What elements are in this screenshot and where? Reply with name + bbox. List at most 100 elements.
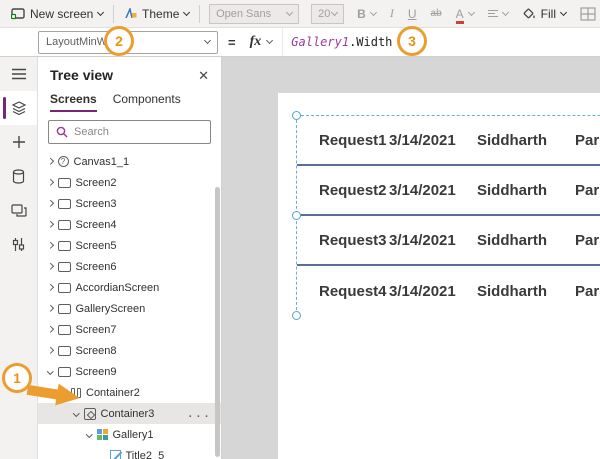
chevron-right-icon[interactable]	[47, 305, 53, 311]
row-extra[interactable]: Par	[575, 266, 599, 316]
tree-item-label: Screen4	[76, 219, 117, 231]
tree-item-label: Title2_5	[126, 450, 165, 459]
chevron-down-icon	[331, 8, 338, 15]
rail-item-media[interactable]	[0, 193, 37, 227]
tree-item-label: AccordianScreen	[76, 282, 160, 294]
text-align-button[interactable]	[481, 0, 515, 28]
tab-screens[interactable]: Screens	[50, 92, 97, 112]
font-color-button[interactable]: A	[449, 0, 481, 28]
underline-label: U	[408, 7, 417, 21]
new-screen-label: New screen	[30, 7, 93, 21]
row-date[interactable]: 3/14/2021	[389, 216, 456, 264]
chevron-right-icon[interactable]	[47, 242, 53, 248]
bold-button[interactable]: B	[350, 0, 383, 28]
row-extra[interactable]: Par	[575, 166, 599, 214]
formula-input[interactable]: Gallery1.Width	[291, 35, 392, 49]
gallery-control[interactable]: Request13/14/2021SiddharthParRequest23/1…	[296, 115, 600, 315]
tree-item-screen9[interactable]: Screen9	[38, 361, 221, 382]
panel-title: Tree view	[50, 67, 113, 83]
close-icon[interactable]: ✕	[198, 69, 209, 82]
gallery-row[interactable]: Request23/14/2021 Siddharth Par	[297, 166, 600, 216]
theme-button[interactable]: Theme	[117, 0, 196, 28]
rail-item-insert[interactable]	[0, 125, 37, 159]
chevron-down-icon[interactable]	[73, 410, 79, 416]
tree-item-screen2[interactable]: Screen2	[38, 172, 221, 193]
bold-label: B	[357, 7, 366, 21]
tree-item-screen5[interactable]: Screen5	[38, 235, 221, 256]
italic-button[interactable]: I	[383, 0, 401, 28]
more-options-button[interactable]: . . .	[189, 408, 209, 420]
chevron-right-icon[interactable]	[47, 263, 53, 269]
component-icon: ?	[58, 156, 69, 167]
row-date[interactable]: 3/14/2021	[389, 166, 456, 214]
row-extra[interactable]: Par	[575, 216, 599, 264]
chevron-right-icon[interactable]	[47, 179, 53, 185]
row-person[interactable]: Siddharth	[477, 116, 547, 164]
gallery-row[interactable]: Request33/14/2021 Siddharth Par	[297, 216, 600, 266]
equals-sign: =	[228, 35, 236, 50]
font-family-select[interactable]: Open Sans	[209, 4, 299, 24]
tree-item-galleryscreen[interactable]: GalleryScreen	[38, 298, 221, 319]
row-person[interactable]: Siddharth	[477, 166, 547, 214]
screen-icon	[58, 220, 71, 230]
tree-item-title2_5[interactable]: Title2_5	[38, 445, 221, 459]
rail-item-tree-view[interactable]	[0, 91, 37, 125]
search-input[interactable]: Search	[48, 120, 211, 144]
panel-scrollbar[interactable]	[215, 187, 220, 457]
plus-icon	[12, 135, 26, 149]
tree-item-screen7[interactable]: Screen7	[38, 319, 221, 340]
chevron-right-icon[interactable]	[47, 158, 53, 164]
borders-button[interactable]	[573, 0, 596, 28]
row-person[interactable]: Siddharth	[477, 216, 547, 264]
chevron-down-icon[interactable]	[47, 368, 53, 374]
toolbar-divider	[199, 5, 200, 23]
chevron-down-icon	[468, 8, 475, 15]
row-date[interactable]: 3/14/2021	[389, 266, 456, 316]
fill-button[interactable]: Fill	[515, 0, 573, 28]
selection-handle[interactable]	[292, 111, 301, 120]
chevron-down-icon[interactable]	[86, 431, 92, 437]
chevron-right-icon[interactable]	[47, 326, 53, 332]
fill-label: Fill	[541, 7, 556, 21]
menu-button[interactable]	[0, 57, 37, 91]
selection-handle[interactable]	[292, 211, 301, 220]
tree-item-screen4[interactable]: Screen4	[38, 214, 221, 235]
selection-handle[interactable]	[292, 311, 301, 320]
row-title[interactable]: Request1	[319, 116, 387, 164]
tree-item-gallery1[interactable]: Gallery1	[38, 424, 221, 445]
underline-button[interactable]: U	[401, 0, 424, 28]
label-icon	[110, 450, 121, 459]
database-cylinder-icon	[12, 169, 25, 184]
container-icon	[84, 408, 96, 420]
new-screen-button[interactable]: New screen	[4, 0, 110, 28]
row-date[interactable]: 3/14/2021	[389, 116, 456, 164]
formula-entity: Gallery1	[291, 35, 349, 49]
strikethrough-button[interactable]: ab	[424, 0, 449, 28]
tree-item-screen3[interactable]: Screen3	[38, 193, 221, 214]
app-canvas[interactable]: Request13/14/2021SiddharthParRequest23/1…	[278, 93, 600, 459]
row-person[interactable]: Siddharth	[477, 266, 547, 316]
tree-item-accordianscreen[interactable]: AccordianScreen	[38, 277, 221, 298]
row-extra[interactable]: Par	[575, 116, 599, 164]
chevron-right-icon[interactable]	[47, 347, 53, 353]
chevron-right-icon[interactable]	[47, 200, 53, 206]
tree-item-screen8[interactable]: Screen8	[38, 340, 221, 361]
chevron-right-icon[interactable]	[47, 221, 53, 227]
tree-item-screen6[interactable]: Screen6	[38, 256, 221, 277]
rail-item-advanced-tools[interactable]	[0, 227, 37, 261]
row-title[interactable]: Request4	[319, 266, 387, 316]
row-title[interactable]: Request2	[319, 166, 387, 214]
tree-item-label: Screen6	[76, 261, 117, 273]
fx-dropdown[interactable]: fx	[244, 28, 284, 56]
rail-item-data[interactable]	[0, 159, 37, 193]
screen-icon	[58, 367, 71, 377]
tab-components[interactable]: Components	[113, 92, 181, 112]
font-size-select[interactable]: 20	[311, 4, 344, 24]
gallery-row[interactable]: Request13/14/2021 Siddharth Par	[297, 116, 600, 166]
row-title[interactable]: Request3	[319, 216, 387, 264]
chevron-right-icon[interactable]	[47, 284, 53, 290]
main-body: Tree view ✕ Screens Components Search ?C…	[0, 57, 600, 459]
gallery-row[interactable]: Request43/14/2021 Siddharth Par	[297, 266, 600, 316]
tree-item-canvas1_1[interactable]: ?Canvas1_1	[38, 151, 221, 172]
fx-label: fx	[250, 34, 262, 50]
